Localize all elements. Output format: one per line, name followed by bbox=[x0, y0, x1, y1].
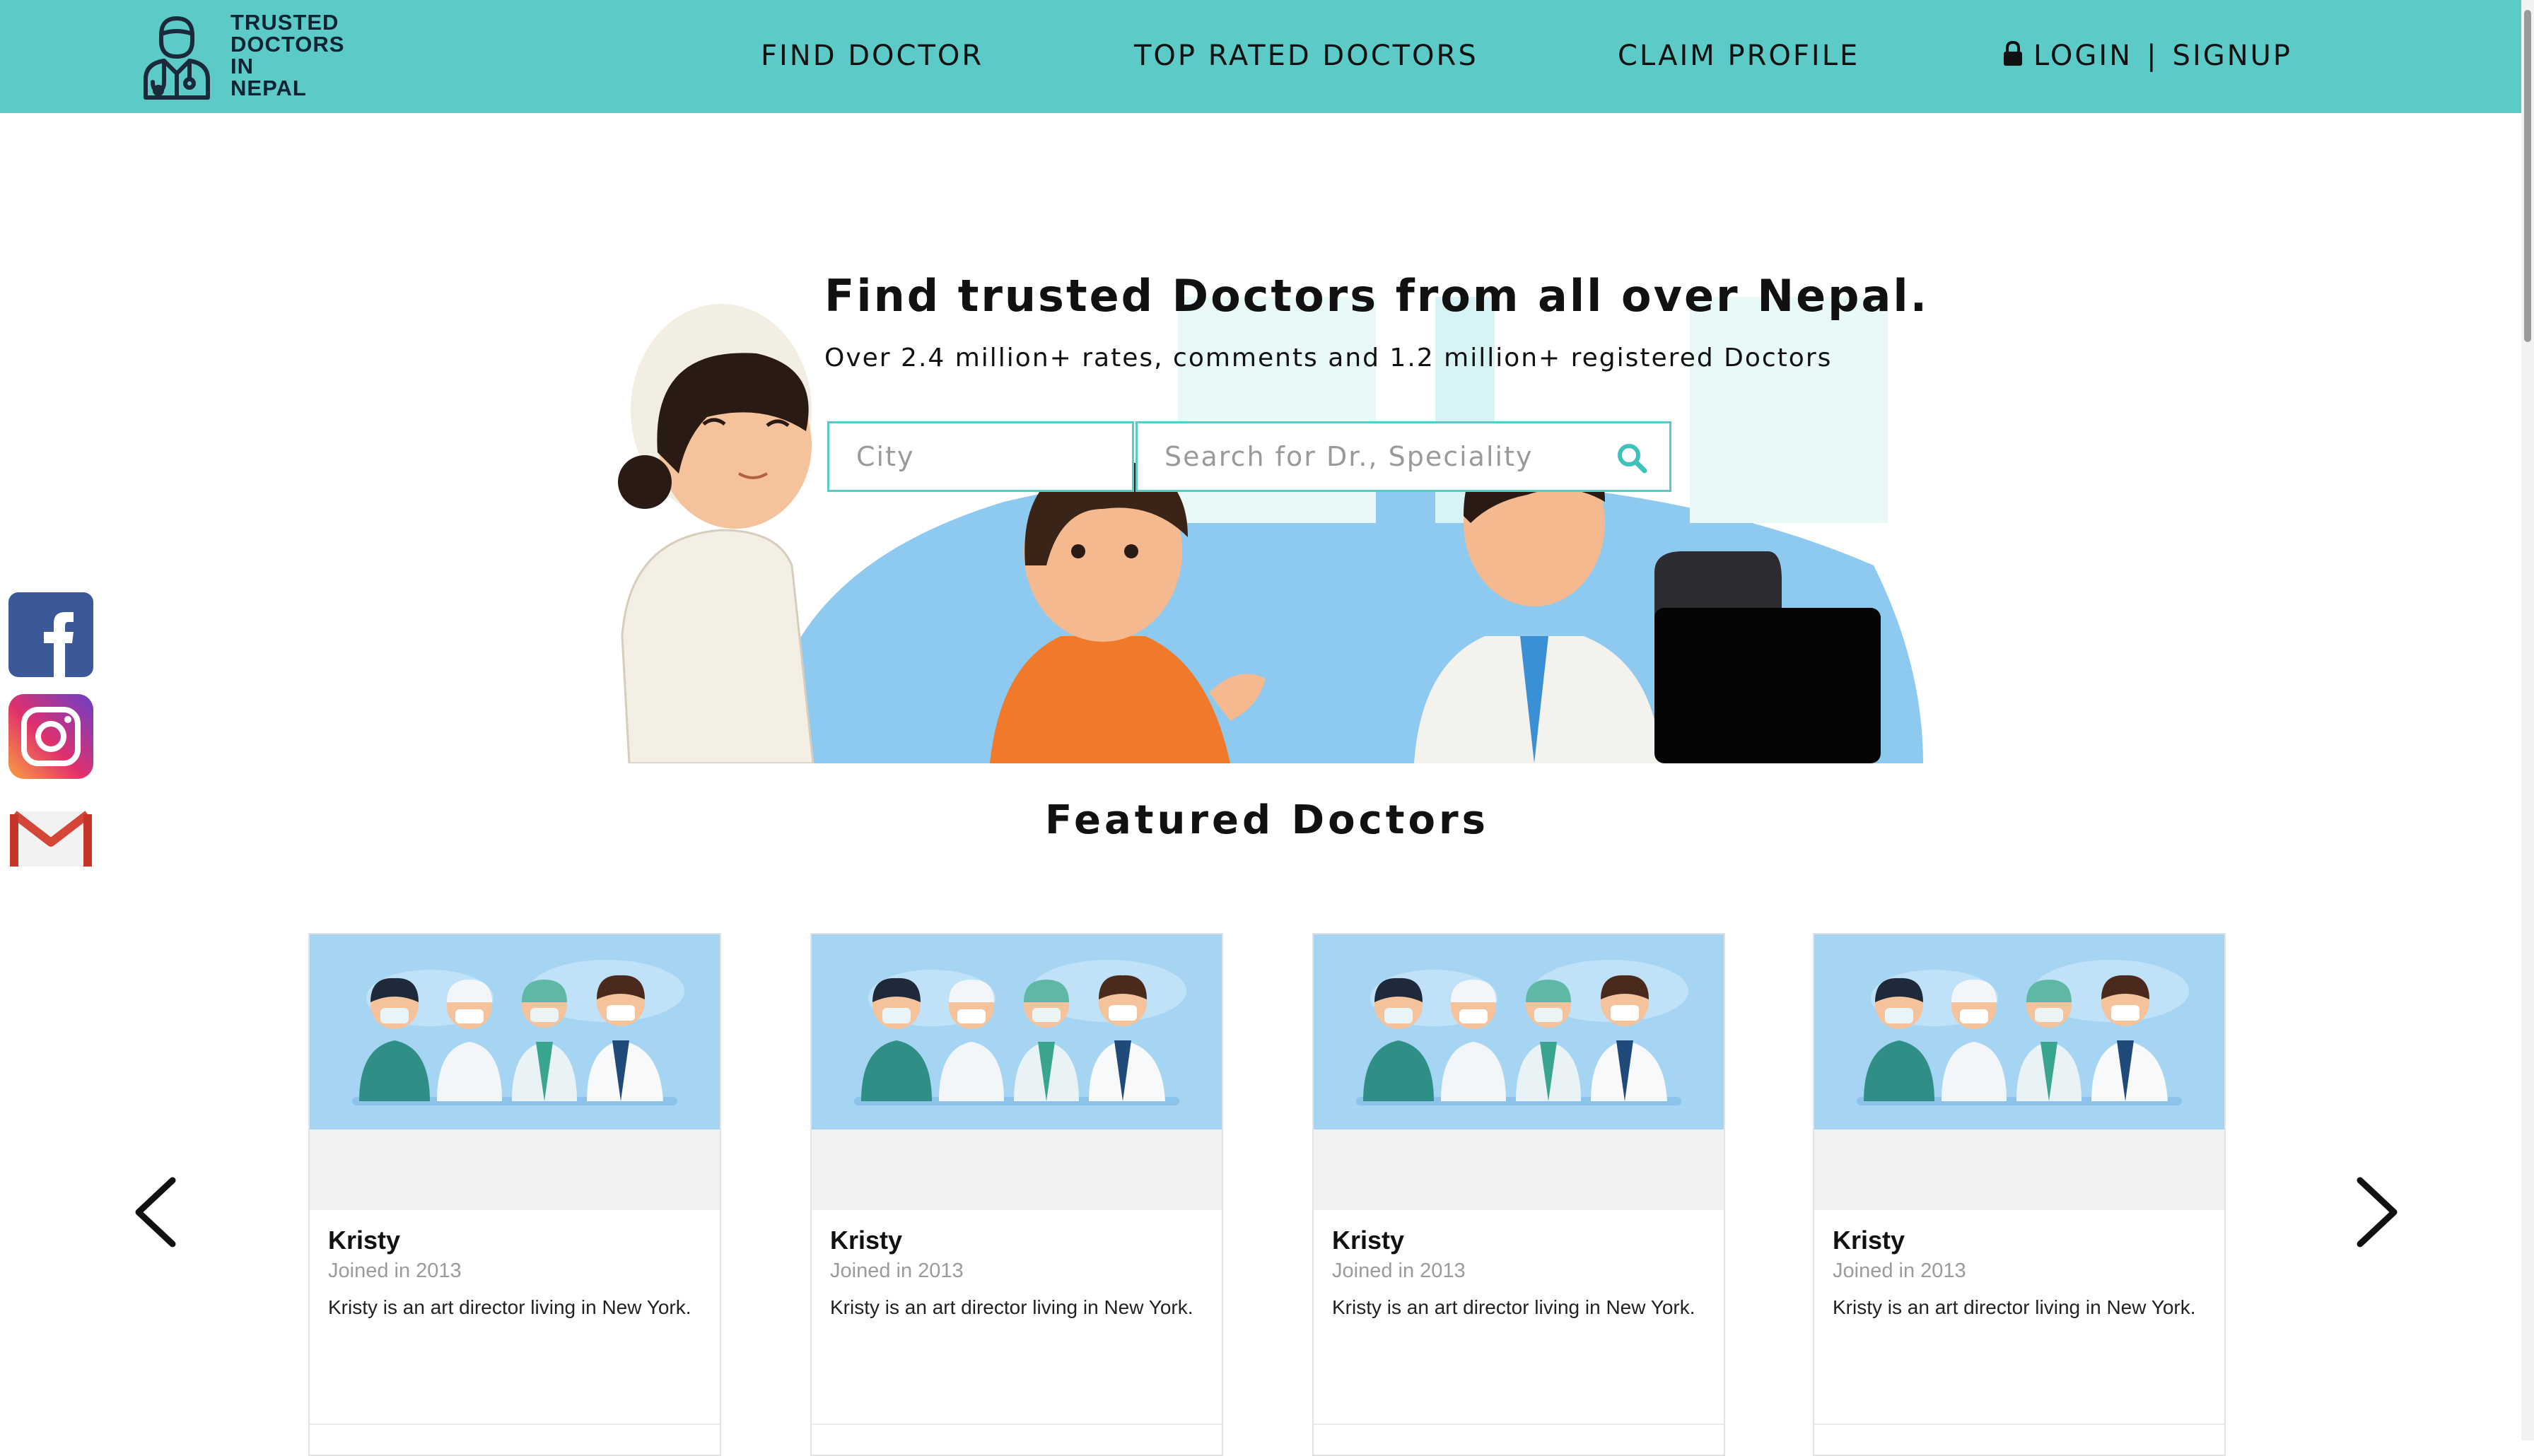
instagram-icon[interactable] bbox=[8, 694, 93, 779]
site-logo[interactable]: TRUSTED DOCTORS IN NEPAL bbox=[140, 11, 380, 103]
doctor-name[interactable]: Kristy bbox=[830, 1226, 902, 1255]
doctor-card[interactable]: Kristy Joined in 2013 Kristy is an art d… bbox=[810, 933, 1223, 1456]
doctor-description: Kristy is an art director living in New … bbox=[830, 1296, 1193, 1318]
nav-top-rated-doctors[interactable]: TOP RATED DOCTORS bbox=[1134, 40, 1478, 72]
logo-line: TRUSTED bbox=[230, 10, 339, 35]
card-divider bbox=[812, 1423, 1222, 1425]
doctor-card[interactable]: Kristy Joined in 2013 Kristy is an art d… bbox=[1312, 933, 1725, 1456]
card-divider bbox=[310, 1423, 720, 1425]
signup-link[interactable]: SIGNUP bbox=[2173, 40, 2293, 72]
carousel-next-arrow[interactable] bbox=[2349, 1173, 2405, 1251]
scrollbar-track[interactable] bbox=[2521, 0, 2534, 1440]
card-divider bbox=[1814, 1423, 2224, 1425]
doctor-joined: Joined in 2013 bbox=[1833, 1260, 1966, 1282]
doctor-search-field[interactable] bbox=[1135, 421, 1671, 492]
doctor-card[interactable]: Kristy Joined in 2013 Kristy is an art d… bbox=[1813, 933, 2226, 1456]
search-input[interactable] bbox=[1138, 423, 1669, 490]
doctor-name[interactable]: Kristy bbox=[1332, 1226, 1404, 1255]
doctor-joined: Joined in 2013 bbox=[328, 1260, 462, 1282]
doctor-logo-icon bbox=[144, 16, 210, 100]
scrollbar-thumb[interactable] bbox=[2524, 10, 2531, 342]
doctors-group-image bbox=[1814, 934, 2224, 1129]
doctor-name[interactable]: Kristy bbox=[328, 1226, 400, 1255]
search-icon[interactable] bbox=[1616, 442, 1648, 474]
login-link[interactable]: LOGIN bbox=[2033, 40, 2132, 72]
logo-line: DOCTORS bbox=[230, 32, 345, 57]
hero-subtitle: Over 2.4 million+ rates, comments and 1.… bbox=[824, 344, 1833, 372]
doctor-description: Kristy is an art director living in New … bbox=[328, 1296, 691, 1318]
card-divider bbox=[1314, 1423, 1724, 1425]
doctor-card[interactable]: Kristy Joined in 2013 Kristy is an art d… bbox=[308, 933, 721, 1456]
auth-separator: | bbox=[2147, 40, 2159, 72]
logo-line: NEPAL bbox=[230, 76, 307, 100]
hero-title: Find trusted Doctors from all over Nepal… bbox=[824, 270, 1929, 322]
city-input[interactable] bbox=[829, 423, 1132, 490]
nav-claim-profile[interactable]: CLAIM PROFILE bbox=[1618, 40, 1859, 72]
doctor-description: Kristy is an art director living in New … bbox=[1833, 1296, 2196, 1318]
doctors-group-image bbox=[310, 934, 720, 1129]
featured-doctors-title: Featured Doctors bbox=[1045, 797, 1489, 843]
card-spacer bbox=[310, 1129, 720, 1210]
doctor-joined: Joined in 2013 bbox=[1332, 1260, 1466, 1282]
card-spacer bbox=[812, 1129, 1222, 1210]
doctor-name[interactable]: Kristy bbox=[1833, 1226, 1905, 1255]
hero-illustration bbox=[618, 297, 1923, 763]
doctor-joined: Joined in 2013 bbox=[830, 1260, 964, 1282]
facebook-icon[interactable] bbox=[8, 592, 93, 677]
lock-icon bbox=[2004, 40, 2022, 66]
navbar: TRUSTED DOCTORS IN NEPAL FIND DOCTOR TOP… bbox=[0, 0, 2534, 113]
carousel-prev-arrow[interactable] bbox=[127, 1173, 184, 1251]
logo-text: TRUSTED DOCTORS IN NEPAL bbox=[230, 11, 344, 99]
logo-line: IN bbox=[230, 54, 254, 78]
nav-find-doctor[interactable]: FIND DOCTOR bbox=[761, 40, 983, 72]
doctor-description: Kristy is an art director living in New … bbox=[1332, 1296, 1695, 1318]
doctors-group-image bbox=[812, 934, 1222, 1129]
card-spacer bbox=[1814, 1129, 2224, 1210]
card-spacer bbox=[1314, 1129, 1724, 1210]
city-field[interactable] bbox=[827, 421, 1134, 492]
auth-links: LOGIN | SIGNUP bbox=[2002, 40, 2292, 72]
doctors-group-image bbox=[1314, 934, 1724, 1129]
